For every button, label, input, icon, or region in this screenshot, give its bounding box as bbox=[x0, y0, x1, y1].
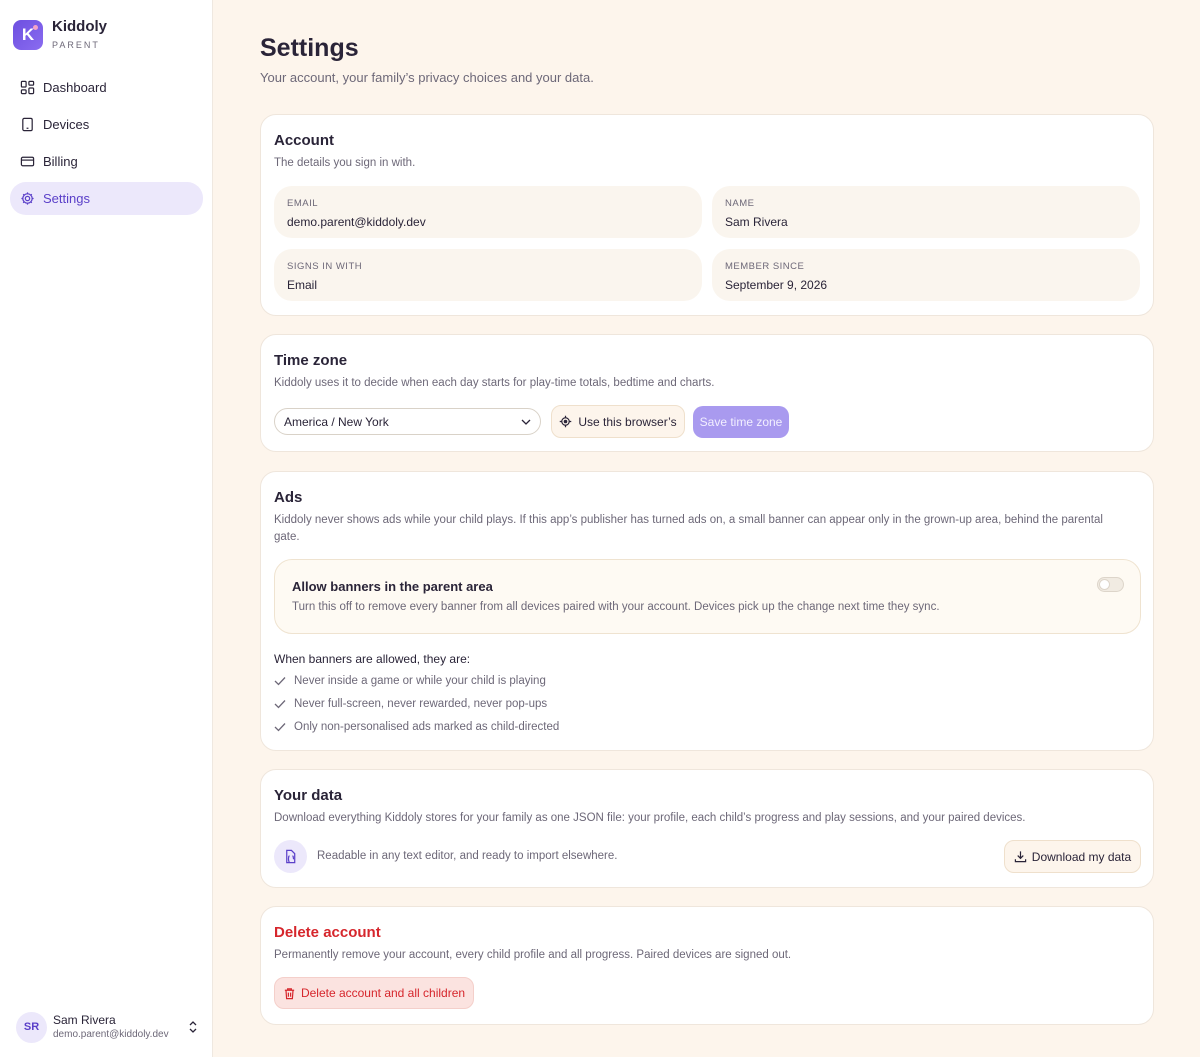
sidebar-item-label: Billing bbox=[43, 154, 78, 169]
avatar: SR bbox=[16, 1011, 47, 1043]
field-value: Sam Rivera bbox=[725, 215, 788, 229]
field-label: MEMBER SINCE bbox=[725, 261, 805, 272]
email-field: EMAIL demo.parent@kiddoly.dev bbox=[274, 186, 702, 238]
field-value: Email bbox=[287, 278, 318, 292]
timezone-desc: Kiddoly uses it to decide when each day … bbox=[274, 377, 715, 389]
sidebar-item-label: Dashboard bbox=[43, 80, 107, 95]
timezone-title: Time zone bbox=[274, 352, 348, 369]
rule-text: Only non-personalised ads marked as chil… bbox=[294, 721, 560, 733]
download-icon bbox=[1014, 851, 1027, 863]
sidebar-item-devices[interactable]: Devices bbox=[10, 108, 203, 141]
app-logo: K bbox=[13, 20, 43, 50]
delete-title: Delete account bbox=[274, 924, 381, 941]
sidebar-item-label: Settings bbox=[43, 191, 90, 206]
user-email: demo.parent@kiddoly.dev bbox=[53, 1029, 169, 1040]
gear-icon bbox=[21, 192, 34, 205]
crosshair-icon bbox=[560, 415, 572, 428]
user-name: Sam Rivera bbox=[53, 1013, 116, 1027]
data-title: Your data bbox=[274, 787, 343, 804]
sidebar-item-dashboard[interactable]: Dashboard bbox=[10, 71, 203, 104]
rule-item: Never full-screen, never rewarded, never… bbox=[274, 698, 547, 710]
download-data-button[interactable]: Download my data bbox=[1004, 840, 1141, 873]
field-value: September 9, 2026 bbox=[725, 278, 828, 292]
toggle-knob bbox=[1099, 579, 1110, 590]
check-icon bbox=[274, 723, 286, 732]
page-title: Settings bbox=[260, 34, 359, 62]
grid-icon bbox=[20, 80, 35, 95]
ads-desc: Kiddoly never shows ads while your child… bbox=[274, 514, 1103, 543]
trash-icon bbox=[284, 987, 295, 999]
timezone-selected: America / New York bbox=[284, 414, 389, 429]
delete-account-button[interactable]: Delete account and all children bbox=[274, 977, 474, 1009]
banner-toggle-panel: Allow banners in the parent area Turn th… bbox=[274, 559, 1141, 634]
user-menu[interactable]: SR Sam Rivera demo.parent@kiddoly.dev bbox=[16, 1011, 199, 1043]
logo-dot bbox=[33, 25, 38, 30]
check-icon bbox=[274, 700, 286, 709]
signin-method-field: SIGNS IN WITH Email bbox=[274, 249, 702, 301]
rule-item: Never inside a game or while your child … bbox=[274, 675, 546, 687]
timezone-select[interactable]: America / New York bbox=[274, 408, 541, 435]
ads-title: Ads bbox=[274, 489, 303, 506]
delete-button-label: Delete account and all children bbox=[300, 986, 466, 1000]
allow-banners-toggle[interactable] bbox=[1097, 577, 1124, 592]
banner-toggle-title: Allow banners in the parent area bbox=[292, 579, 493, 594]
field-label: EMAIL bbox=[287, 198, 319, 209]
rule-item: Only non-personalised ads marked as chil… bbox=[274, 721, 559, 733]
name-field: NAME Sam Rivera bbox=[712, 186, 1140, 238]
account-card: Account The details you sign in with. EM… bbox=[260, 114, 1154, 316]
chevron-up-down-icon[interactable] bbox=[187, 1020, 199, 1034]
sidebar-item-label: Devices bbox=[43, 117, 90, 132]
sidebar-item-billing[interactable]: Billing bbox=[10, 145, 203, 178]
sidebar: K Kiddoly PARENT Dashboard Devices Billi… bbox=[0, 0, 213, 1057]
download-label: Download my data bbox=[1031, 849, 1132, 864]
banner-toggle-desc: Turn this off to remove every banner fro… bbox=[292, 601, 940, 613]
check-icon bbox=[274, 677, 286, 686]
page-subtitle: Your account, your family’s privacy choi… bbox=[260, 70, 594, 85]
timezone-card: Time zone Kiddoly uses it to decide when… bbox=[260, 334, 1154, 452]
field-label: NAME bbox=[725, 198, 755, 209]
delete-account-card: Delete account Permanently remove your a… bbox=[260, 906, 1154, 1025]
save-timezone-button[interactable]: Save time zone bbox=[693, 406, 789, 438]
credit-card-icon bbox=[20, 156, 35, 167]
json-file-icon bbox=[274, 840, 307, 873]
sidebar-item-settings[interactable]: Settings bbox=[10, 182, 203, 215]
data-desc: Download everything Kiddoly stores for y… bbox=[274, 812, 1026, 824]
account-title: Account bbox=[274, 132, 334, 149]
rule-text: Never full-screen, never rewarded, never… bbox=[294, 698, 548, 710]
chevron-down-icon bbox=[521, 419, 531, 425]
app-name: Kiddoly bbox=[52, 18, 107, 35]
data-note: Readable in any text editor, and ready t… bbox=[317, 850, 618, 862]
sidebar-nav: Dashboard Devices Billing Settings bbox=[10, 71, 203, 219]
ads-card: Ads Kiddoly never shows ads while your c… bbox=[260, 471, 1154, 751]
app-subtitle: PARENT bbox=[52, 40, 100, 50]
brand[interactable]: K Kiddoly PARENT bbox=[13, 18, 107, 52]
tablet-icon bbox=[22, 117, 33, 132]
your-data-card: Your data Download everything Kiddoly st… bbox=[260, 769, 1154, 888]
rule-text: Never inside a game or while your child … bbox=[294, 675, 546, 687]
rules-title: When banners are allowed, they are: bbox=[274, 652, 471, 666]
use-browser-timezone-button[interactable]: Use this browser’s bbox=[551, 405, 685, 438]
account-desc: The details you sign in with. bbox=[274, 157, 416, 169]
member-since-field: MEMBER SINCE September 9, 2026 bbox=[712, 249, 1140, 301]
field-label: SIGNS IN WITH bbox=[287, 261, 363, 272]
field-value: demo.parent@kiddoly.dev bbox=[287, 215, 426, 229]
delete-desc: Permanently remove your account, every c… bbox=[274, 949, 792, 961]
use-browser-label: Use this browser’s bbox=[578, 414, 677, 429]
